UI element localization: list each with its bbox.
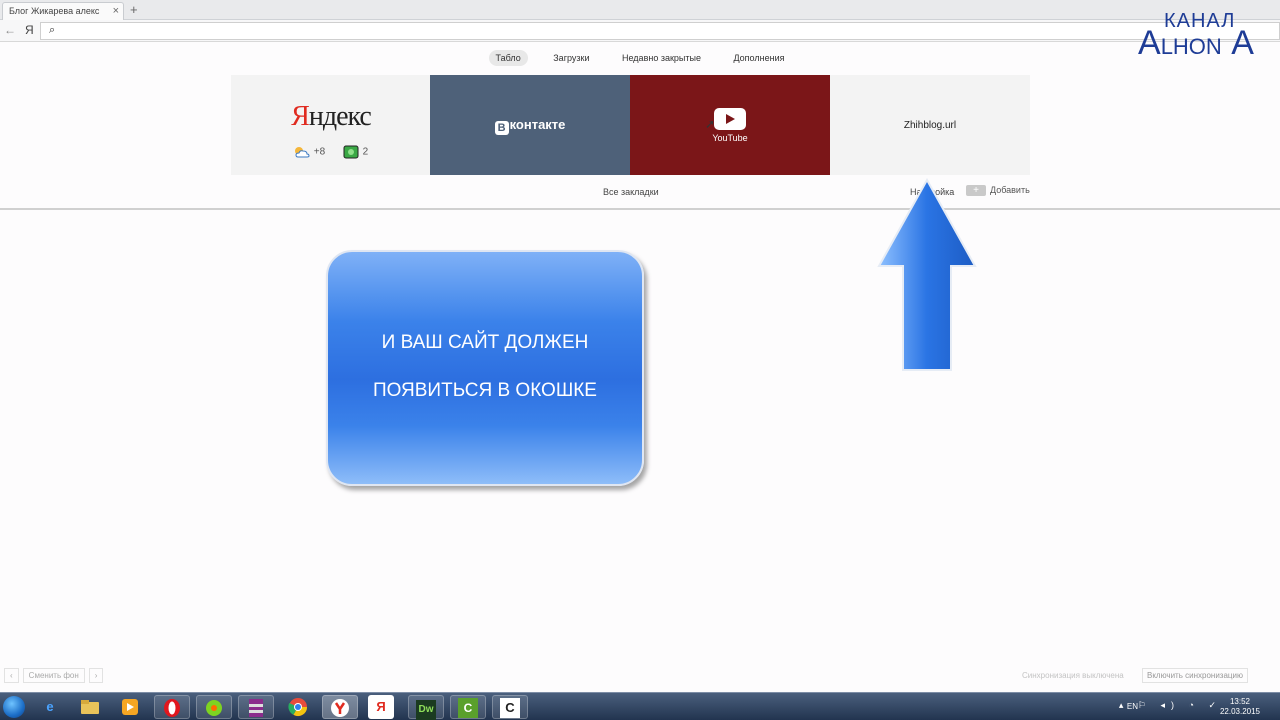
navigation-bar: ← Я ⌕ (0, 20, 1280, 42)
tableau-menu: Табло Загрузки Недавно закрытые Дополнен… (0, 50, 1280, 68)
media-player-icon[interactable] (112, 695, 148, 719)
search-icon: ⌕ (49, 24, 56, 36)
all-bookmarks-link[interactable]: Все закладки (603, 187, 659, 197)
traffic-value: 2 (362, 146, 369, 158)
speed-dial: Яндекс +8 2 Вконтакте YouTube Zhihblog.u… (231, 75, 1031, 175)
tab-downloads[interactable]: Загрузки (546, 50, 596, 66)
winrar-icon[interactable] (238, 695, 274, 719)
up-arrow-icon (877, 178, 977, 371)
yandex-browser-icon[interactable] (322, 695, 358, 719)
new-tab-icon[interactable]: + (130, 2, 138, 17)
browser-tab[interactable]: Блог Жикарева алекс × (2, 2, 124, 20)
tab-title: Блог Жикарева алекс (9, 6, 100, 16)
start-button[interactable] (3, 696, 25, 718)
tray-icons[interactable]: ▴ ⚐ ◂) ◔ ✓ (1119, 700, 1222, 711)
change-background-button[interactable]: Сменить фон (22, 668, 85, 683)
annotation-callout: И ВАШ САЙТ ДОЛЖЕН ПОЯВИТЬСЯ В ОКОШКЕ (326, 250, 644, 486)
back-arrow-icon[interactable]: ← (4, 23, 16, 37)
opera-icon[interactable] (154, 695, 190, 719)
tab-recently-closed[interactable]: Недавно закрытые (615, 50, 708, 66)
camtasia-recorder-icon[interactable]: C (492, 695, 528, 719)
tab-tablo[interactable]: Табло (488, 50, 528, 66)
tab-extensions[interactable]: Дополнения (726, 50, 791, 66)
prev-background-button[interactable]: ‹ (4, 668, 19, 683)
address-input[interactable]: ⌕ (40, 22, 1280, 40)
background-controls: ‹ Сменить фон › (4, 668, 107, 683)
tile-youtube[interactable]: YouTube (630, 75, 830, 175)
zhihblog-label: Zhihblog.url (903, 120, 957, 131)
callout-line-2: ПОЯВИТЬСЯ В ОКОШКЕ (373, 380, 597, 401)
yandex-logo: Яндекс (291, 101, 372, 132)
tile-yandex[interactable]: Яндекс +8 2 (231, 75, 431, 175)
camtasia-icon[interactable]: C (450, 695, 486, 719)
windows-taskbar: e Я Dw C C EN ▴ ⚐ ◂) ◔ ✓ 13:52 22.03.201… (0, 692, 1280, 720)
vkontakte-logo: Вконтакте (430, 117, 630, 135)
tile-zhihblog[interactable]: Zhihblog.url (830, 75, 1030, 175)
ie-icon[interactable]: e (32, 695, 68, 719)
explorer-icon[interactable] (72, 695, 108, 719)
clock-time: 13:52 (1229, 697, 1250, 706)
tab-bar: Блог Жикарева алекс × + (0, 0, 1280, 20)
chrome-icon[interactable] (280, 695, 316, 719)
tile-vkontakte[interactable]: Вконтакте (430, 75, 630, 175)
mouse-cursor-icon: ➚ (705, 117, 716, 131)
dreamweaver-icon[interactable]: Dw (408, 695, 444, 720)
system-tray: EN ▴ ⚐ ◂) ◔ ✓ 13:52 22.03.2015 (1100, 693, 1280, 720)
weather-value: +8 (313, 146, 326, 158)
traffic-icon (343, 145, 359, 159)
clock[interactable]: 13:52 22.03.2015 (1220, 697, 1260, 717)
clock-date: 22.03.2015 (1219, 707, 1260, 716)
sync-status: Синхронизация выключена (1022, 671, 1124, 680)
weather-icon (295, 147, 310, 158)
yandex-widgets: +8 2 (293, 145, 368, 159)
next-background-button[interactable]: › (88, 668, 104, 683)
content-divider (0, 208, 1280, 210)
yandex-brand-icon[interactable]: Я (25, 23, 34, 37)
enable-sync-button[interactable]: Включить синхронизацию (1142, 668, 1248, 683)
icq-icon[interactable] (196, 695, 232, 719)
callout-line-1: И ВАШ САЙТ ДОЛЖЕН (381, 332, 589, 353)
close-tab-icon[interactable]: × (113, 5, 119, 17)
youtube-label: YouTube (712, 133, 748, 143)
yandex-icon[interactable]: Я (368, 695, 394, 719)
youtube-play-icon (714, 108, 746, 130)
